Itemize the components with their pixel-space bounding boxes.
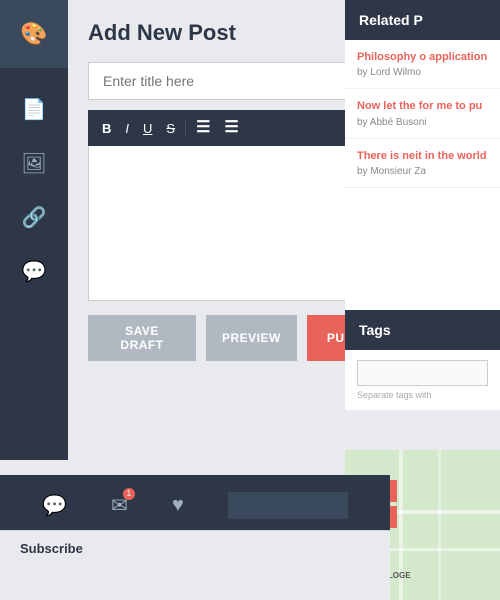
tags-input-area: Separate tags with [345, 350, 500, 410]
toolbar-unordered-list[interactable]: ☰ [192, 118, 214, 138]
image-icon: 🖼 [21, 151, 46, 176]
toolbar-bold[interactable]: B [98, 120, 115, 137]
comment-icon: 💬 [22, 259, 47, 284]
tags-input[interactable] [357, 360, 488, 386]
related-header: Related P [345, 0, 500, 40]
bottom-bar: 💬 ✉ 1 ♥ [0, 475, 390, 535]
toolbar-ordered-list[interactable]: ☰ [220, 118, 242, 138]
related-item-3-title: There is neit in the world [357, 149, 488, 163]
heart-icon: ♥ [172, 494, 184, 516]
sidebar-item-document[interactable]: 📄 [0, 84, 68, 134]
heart-icon-button[interactable]: ♥ [172, 494, 184, 517]
mail-badge: 1 [123, 488, 135, 500]
related-item-3-author: by Monsieur Za [357, 166, 488, 177]
related-item-2[interactable]: Now let the for me to pu by Abbé Busoni [345, 89, 500, 138]
tags-header: Tags [345, 310, 500, 350]
footer-area: Subscribe [0, 530, 390, 600]
related-item-2-title: Now let the for me to pu [357, 99, 488, 113]
footer-title: Subscribe [20, 541, 370, 556]
tags-hint: Separate tags with [357, 390, 488, 400]
palette-icon: 🎨 [20, 21, 47, 47]
related-item-1[interactable]: Philosophy o application by Lord Wilmo [345, 40, 500, 89]
mail-icon-button[interactable]: ✉ 1 [111, 493, 128, 518]
map-road-v2 [438, 450, 441, 600]
related-panel: Related P Philosophy o application by Lo… [345, 0, 500, 340]
related-item-1-title: Philosophy o application [357, 50, 488, 64]
sidebar-item-link[interactable]: 🔗 [0, 192, 68, 242]
link-icon: 🔗 [22, 205, 47, 230]
sidebar-logo[interactable]: 🎨 [0, 0, 68, 68]
sidebar-item-comment[interactable]: 💬 [0, 246, 68, 296]
chat-icon: 💬 [42, 495, 67, 517]
related-item-3[interactable]: There is neit in the world by Monsieur Z… [345, 139, 500, 188]
chat-icon-button[interactable]: 💬 [42, 493, 67, 518]
toolbar-strikethrough[interactable]: S [162, 120, 179, 137]
tags-panel: Tags Separate tags with [345, 310, 500, 410]
save-draft-button[interactable]: SAVE DRAFT [88, 315, 196, 361]
toolbar-italic[interactable]: I [121, 120, 133, 137]
document-icon: 📄 [22, 97, 47, 122]
sidebar: 🎨 📄 🖼 🔗 💬 [0, 0, 68, 460]
sidebar-item-image[interactable]: 🖼 [0, 138, 68, 188]
related-item-2-author: by Abbé Busoni [357, 117, 488, 128]
toolbar-underline[interactable]: U [139, 120, 156, 137]
bottom-search-input[interactable] [228, 492, 348, 519]
toolbar-separator-1 [185, 121, 186, 135]
related-item-1-author: by Lord Wilmo [357, 67, 488, 78]
preview-button[interactable]: PREVIEW [206, 315, 297, 361]
